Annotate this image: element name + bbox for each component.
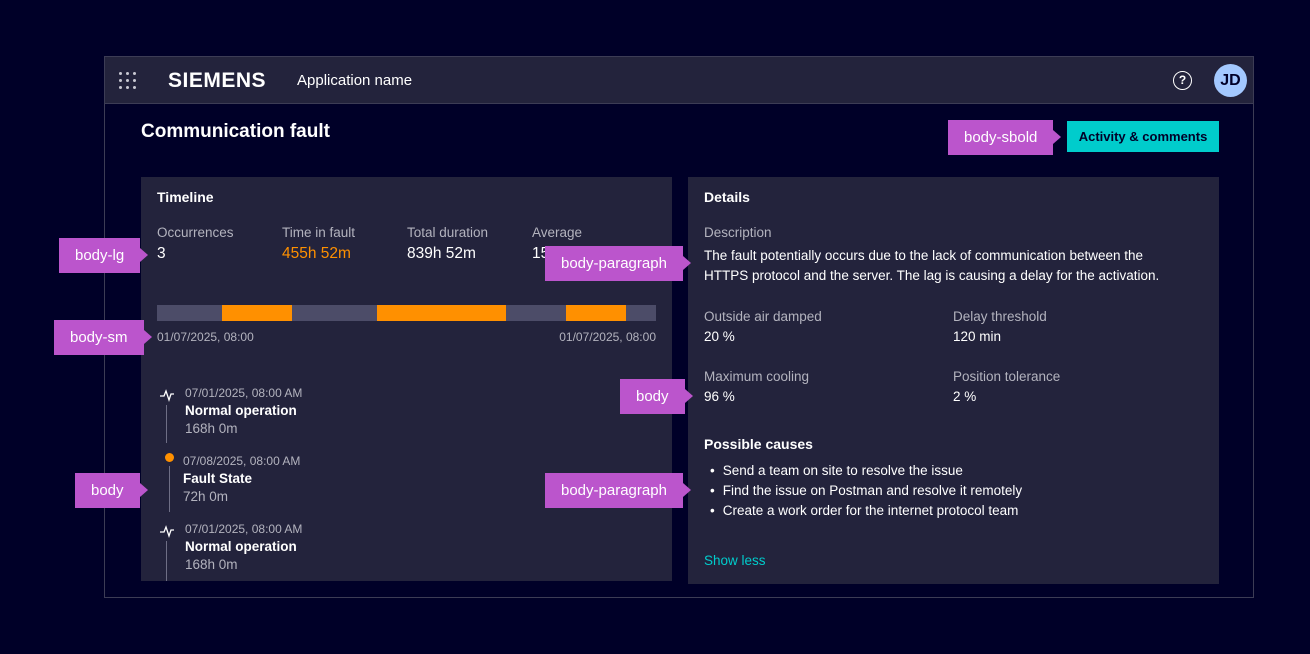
field-value: 2 % bbox=[953, 389, 977, 404]
app-launcher-icon[interactable] bbox=[119, 72, 137, 90]
kpi-occurrences: Occurrences 3 bbox=[157, 225, 234, 263]
fault-segment bbox=[566, 305, 627, 321]
field-label: Position tolerance bbox=[953, 369, 1061, 384]
app-name: Application name bbox=[297, 72, 413, 89]
kpi-label: Average bbox=[532, 225, 583, 240]
details-panel: Details Description The fault potentiall… bbox=[688, 177, 1219, 584]
event-title: Fault State bbox=[183, 471, 253, 486]
field-label: Delay threshold bbox=[953, 309, 1047, 324]
timeline-title: Timeline bbox=[157, 189, 214, 205]
fault-segment bbox=[376, 305, 507, 321]
list-item: Find the issue on Postman and resolve it… bbox=[710, 481, 1022, 501]
kpi-label: Total duration bbox=[407, 225, 489, 240]
event-time: 07/01/2025, 08:00 AM bbox=[185, 522, 303, 536]
possible-causes-list: Send a team on site to resolve the issue… bbox=[710, 461, 1022, 521]
activity-comments-button[interactable]: Activity & comments bbox=[1067, 121, 1219, 152]
description-label: Description bbox=[704, 225, 772, 240]
brand-logo: SIEMENS bbox=[168, 69, 267, 92]
timeline-start-date: 01/07/2025, 08:00 bbox=[157, 330, 254, 344]
field-value: 96 % bbox=[704, 389, 735, 404]
details-title: Details bbox=[704, 189, 750, 205]
fault-dot-icon bbox=[165, 453, 174, 462]
annotation-tag-body-lg: body-lg bbox=[59, 238, 149, 273]
activity-icon bbox=[160, 389, 174, 403]
show-less-link[interactable]: Show less bbox=[704, 553, 766, 568]
timeline-connector bbox=[166, 541, 167, 581]
kpi-value: 839h 52m bbox=[407, 245, 476, 262]
timeline-bar bbox=[157, 305, 656, 321]
description-text: The fault potentially occurs due to the … bbox=[704, 248, 1160, 283]
timeline-connector bbox=[166, 405, 167, 443]
kpi-value: 455h 52m bbox=[282, 245, 351, 262]
list-item: Create a work order for the internet pro… bbox=[710, 501, 1022, 521]
field-value: 20 % bbox=[704, 329, 735, 344]
field-value: 120 min bbox=[953, 329, 1002, 344]
possible-causes-title: Possible causes bbox=[704, 436, 813, 452]
kpi-value: 3 bbox=[157, 245, 166, 262]
event-time: 07/01/2025, 08:00 AM bbox=[185, 386, 303, 400]
annotation-tag-body: body bbox=[75, 473, 148, 508]
avatar[interactable]: JD bbox=[1214, 64, 1247, 97]
help-icon[interactable]: ? bbox=[1173, 71, 1192, 90]
kpi-label: Occurrences bbox=[157, 225, 234, 240]
field-label: Outside air damped bbox=[704, 309, 822, 324]
app-header: SIEMENS Application name ? JD bbox=[105, 57, 1253, 104]
kpi-time-in-fault: Time in fault 455h 52m bbox=[282, 225, 355, 263]
field-label: Maximum cooling bbox=[704, 369, 810, 384]
event-duration: 168h 0m bbox=[185, 557, 238, 572]
annotation-tag-body: body bbox=[620, 379, 693, 414]
timeline-panel: Timeline Occurrences 3 Time in fault 455… bbox=[141, 177, 672, 581]
fault-segment bbox=[221, 305, 292, 321]
event-title: Normal operation bbox=[185, 403, 297, 418]
event-title: Normal operation bbox=[185, 539, 297, 554]
list-item: Send a team on site to resolve the issue bbox=[710, 461, 1022, 481]
event-duration: 72h 0m bbox=[183, 489, 229, 504]
annotation-tag-body-sm: body-sm bbox=[54, 320, 152, 355]
kpi-total-duration: Total duration 839h 52m bbox=[407, 225, 488, 263]
annotation-tag-body-sbold: body-sbold bbox=[948, 120, 1062, 155]
timeline-end-date: 01/07/2025, 08:00 bbox=[559, 330, 656, 344]
app-frame: SIEMENS Application name ? JD Communicat… bbox=[104, 56, 1254, 598]
event-time: 07/08/2025, 08:00 AM bbox=[183, 454, 301, 468]
kpi-label: Time in fault bbox=[282, 225, 356, 240]
timeline-connector bbox=[169, 466, 170, 512]
event-duration: 168h 0m bbox=[185, 421, 238, 436]
page-title: Communication fault bbox=[141, 121, 330, 142]
annotation-tag-body-paragraph: body-paragraph bbox=[545, 473, 691, 508]
activity-icon bbox=[160, 525, 174, 539]
annotation-tag-body-paragraph: body-paragraph bbox=[545, 246, 691, 281]
